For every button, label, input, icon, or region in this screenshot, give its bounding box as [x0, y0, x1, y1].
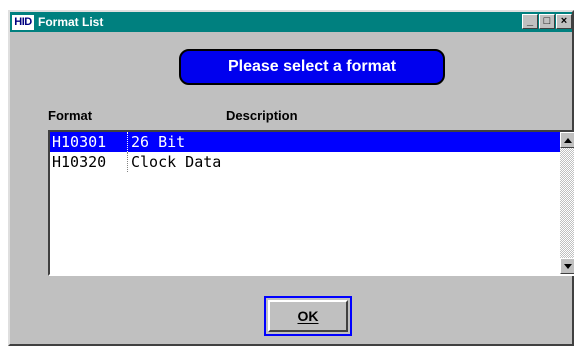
scroll-up-button[interactable] [560, 132, 574, 148]
scroll-down-button[interactable] [560, 258, 574, 274]
format-list-rows: H10301 26 Bit H10320 Clock Data [50, 132, 560, 172]
ok-button-label: OK [297, 308, 319, 324]
list-item-description: 26 Bit [131, 133, 186, 151]
arrow-down-icon [564, 263, 572, 269]
column-header-format: Format [48, 108, 93, 123]
banner-text: Please select a format [227, 58, 397, 75]
arrow-up-icon [564, 137, 572, 143]
close-icon: × [560, 15, 568, 27]
list-item[interactable]: H10320 Clock Data [50, 152, 560, 172]
list-item-format: H10301 [50, 132, 128, 152]
list-item[interactable]: H10301 26 Bit [50, 132, 560, 152]
format-list-window: HID Format List _ □ × Please select a fo… [8, 10, 574, 346]
ok-button-face: OK [268, 300, 348, 332]
ok-button[interactable]: OK [264, 296, 352, 336]
vertical-scrollbar[interactable] [560, 132, 574, 274]
list-item-description: Clock Data [131, 153, 222, 171]
list-item-format: H10320 [50, 152, 128, 172]
window-title: Format List [38, 15, 104, 29]
minimize-button[interactable]: _ [522, 14, 538, 29]
close-button[interactable]: × [556, 14, 572, 29]
minimize-icon: _ [526, 15, 534, 27]
title-bar-buttons: _ □ × [522, 14, 572, 29]
maximize-icon: □ [543, 15, 551, 27]
format-listbox[interactable]: H10301 26 Bit H10320 Clock Data [48, 130, 574, 276]
maximize-button[interactable]: □ [539, 14, 555, 29]
instruction-banner: Please select a format [179, 49, 445, 85]
column-header-description: Description [226, 108, 298, 123]
hid-logo-icon: HID [12, 14, 34, 30]
title-bar[interactable]: HID Format List _ □ × [10, 12, 572, 32]
